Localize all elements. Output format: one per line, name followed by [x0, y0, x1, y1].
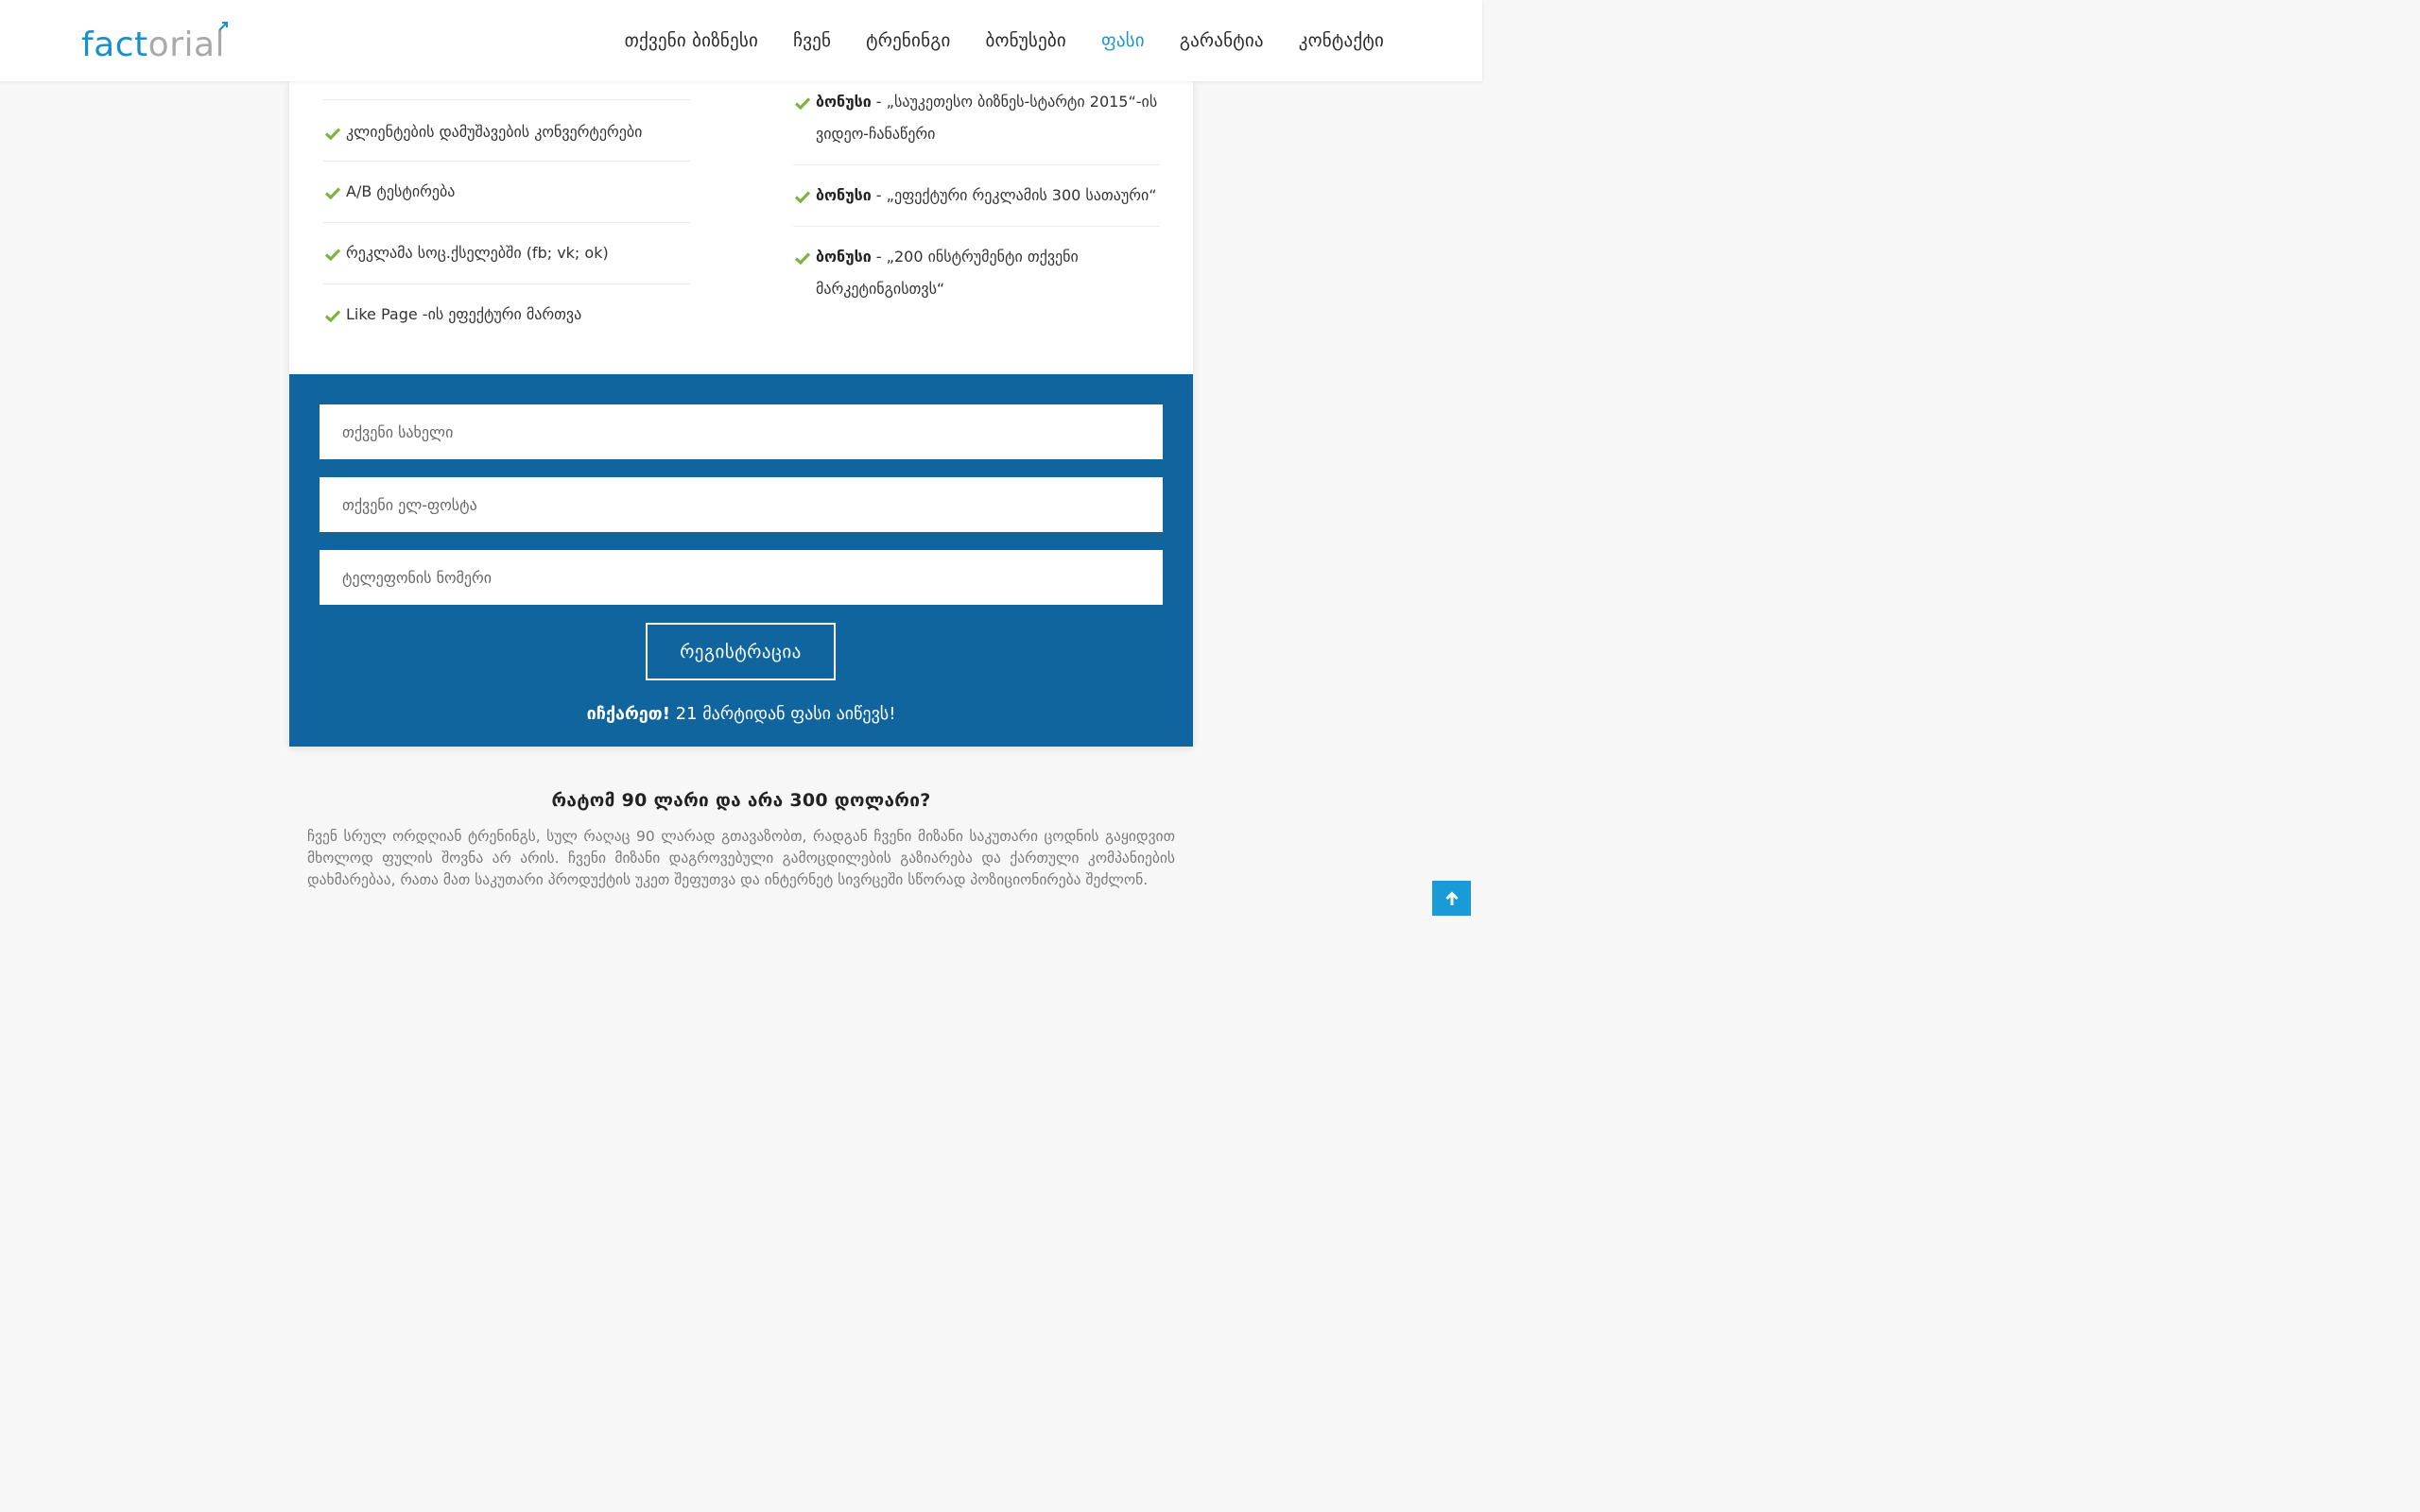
arrow-up-icon — [1444, 890, 1459, 905]
nav-item-bonuses[interactable]: ბონუსები — [985, 30, 1065, 51]
factorial-logo[interactable]: fact o rial — [81, 22, 229, 64]
nav-item-price[interactable]: ფასი — [1101, 30, 1145, 51]
feature-text: კლიენტების დამუშავების კონვერტერები — [346, 123, 643, 141]
nav-item-guarantee[interactable]: გარანტია — [1180, 30, 1264, 51]
phone-input[interactable] — [320, 550, 1163, 605]
feature-list-left: კლიენტების დამუშავების კონვერტერები A/B … — [323, 81, 690, 346]
feature-text: Like Page -ის ეფექტური მართვა — [346, 305, 582, 323]
site-header: fact o rial თქვენი ბიზნესი ჩვენ ტრენინგი ბ… — [0, 0, 1482, 81]
why-paragraph: ჩვენ სრულ ორდღიან ტრენინგს, სულ რაღაც 90… — [307, 828, 1175, 888]
check-icon — [325, 249, 340, 261]
feature-item: A/B ტესტირება — [323, 162, 690, 223]
deadline-emphasis: იჩქარეთ! — [586, 704, 670, 724]
nav-item-training[interactable]: ტრენინგი — [866, 30, 950, 51]
bonus-label: ბონუსი — [816, 248, 872, 266]
feature-item: Like Page -ის ეფექტური მართვა — [323, 284, 690, 346]
bonus-text: ბონუსი - „200 ინსტრუმენტი თქვენი მარკეტი… — [816, 241, 1160, 305]
bonus-description: - „ეფექტური რეკლამის 300 სათაური“ — [871, 186, 1157, 204]
bonus-text: ბონუსი - „ეფექტური რეკლამის 300 სათაური“ — [816, 180, 1157, 212]
nav-item-contact[interactable]: კონტაქტი — [1299, 30, 1384, 51]
why-heading: რატომ 90 ლარი და არა 300 დოლარი? — [551, 790, 931, 811]
email-input[interactable] — [320, 477, 1163, 532]
check-icon — [325, 128, 340, 140]
check-icon — [795, 191, 810, 203]
deadline-text: 21 მარტიდან ფასი აიწევს! — [669, 704, 896, 724]
pricing-card: კლიენტების დამუშავების კონვერტერები A/B … — [289, 81, 1193, 374]
check-icon — [325, 187, 340, 199]
name-input[interactable] — [320, 404, 1163, 459]
bonus-label: ბონუსი — [816, 186, 872, 204]
logo-text-a: fact — [81, 26, 148, 64]
feature-item: კლიენტების დამუშავების კონვერტერები — [323, 100, 690, 162]
feature-divider-top — [323, 81, 690, 100]
bonus-label: ბონუსი — [816, 93, 872, 111]
bonus-text: ბონუსი - „საუკეთესო ბიზნეს-სტარტი 2015“-… — [816, 86, 1160, 150]
scroll-to-top-button[interactable] — [1432, 881, 1471, 916]
feature-text: რეკლამა სოც.ქსელებში (fb; vk; ok) — [346, 244, 609, 262]
registration-form: რეგისტრაცია იჩქარეთ! 21 მარტიდან ფასი აი… — [289, 374, 1193, 747]
feature-text: A/B ტესტირება — [346, 182, 456, 200]
logo-arrow-icon — [218, 22, 229, 31]
bonus-item: ბონუსი - „ეფექტური რეკლამის 300 სათაური“ — [793, 165, 1160, 227]
logo-text-c: rial — [169, 26, 226, 64]
main-nav: თქვენი ბიზნესი ჩვენ ტრენინგი ბონუსები ფა… — [625, 0, 1384, 81]
check-icon — [795, 252, 810, 265]
check-icon — [325, 310, 340, 322]
bonus-item: ბონუსი - „200 ინსტრუმენტი თქვენი მარკეტი… — [793, 227, 1160, 312]
logo-text-b: o — [147, 26, 170, 64]
nav-item-your-business[interactable]: თქვენი ბიზნესი — [625, 30, 758, 51]
feature-list-right: ბონუსი - „საუკეთესო ბიზნეს-სტარტი 2015“-… — [793, 81, 1160, 312]
deadline-notice: იჩქარეთ! 21 მარტიდან ფასი აიწევს! — [289, 704, 1193, 724]
register-button[interactable]: რეგისტრაცია — [646, 623, 836, 680]
nav-item-about-us[interactable]: ჩვენ — [793, 30, 831, 51]
feature-item: რეკლამა სოც.ქსელებში (fb; vk; ok) — [323, 223, 690, 284]
bonus-item: ბონუსი - „საუკეთესო ბიზნეს-სტარტი 2015“-… — [793, 81, 1160, 165]
check-icon — [795, 97, 810, 110]
